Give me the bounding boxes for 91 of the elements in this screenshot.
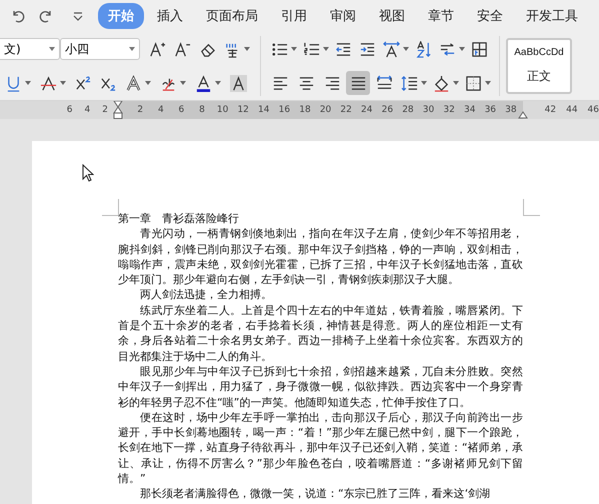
ribbon-tab[interactable]: 引用 (271, 3, 317, 29)
ribbon-tab[interactable]: 视图 (369, 3, 415, 29)
caret-icon[interactable] (145, 81, 151, 85)
numbered-list-icon[interactable] (303, 40, 320, 58)
ruler-number: 28 (401, 105, 415, 115)
ribbon-tab[interactable]: 页面布局 (196, 3, 268, 29)
ruler-number: 24 (360, 105, 374, 115)
character-spacing-icon[interactable] (383, 40, 400, 58)
distributed-icon (376, 74, 392, 92)
caret-icon[interactable] (459, 47, 465, 51)
decrease-indent-icon[interactable] (335, 40, 352, 58)
swap-arrows-icon[interactable] (439, 40, 456, 58)
sort-icon[interactable] (415, 40, 432, 58)
ruler-number: 2 (136, 105, 144, 115)
ruler-number: 4 (156, 105, 165, 115)
ruler-number: 32 (442, 105, 456, 115)
ribbon-tab[interactable]: 开发工具 (516, 3, 588, 29)
ruler-number: 38 (504, 105, 518, 115)
margin-corner-mark (102, 199, 119, 216)
ruler-number: 22 (339, 105, 353, 115)
ribbon-tab[interactable]: 审阅 (320, 3, 366, 29)
style-name: 正文 (527, 68, 551, 85)
shading-icon[interactable] (433, 74, 450, 92)
caret-icon[interactable] (244, 47, 250, 51)
ruler-number: 36 (484, 105, 498, 115)
ruler-number: 42 (544, 105, 556, 115)
body-paragraph: 那长须老者满脸得色，微微一笑，说道：“东宗已胜了三阵，看来这‘剑湖 (139, 486, 492, 502)
grow-font-icon[interactable] (149, 40, 166, 58)
superscript-icon[interactable] (75, 74, 92, 92)
body-paragraph: 青光闪动，一柄青钢剑倏地刺出，指向在年汉子左肩，使剑少年不等招用老，腕抖剑斜，剑锋已削向那汉子右颈。那中年汉子剑挡格，铮的一声响，双剑相击，嗡嗡作声，震声未绝，双剑剑光霍霍，已拆了三招，中年汉子长剑猛地击落，直砍少年顶门。那少年避向右侧，左手剑诀一引，青钢剑疾刺那汉子大腿。 (118, 226, 523, 288)
ruler-number: 44 (566, 105, 578, 115)
increase-indent-icon[interactable] (359, 40, 376, 58)
shrink-font-icon[interactable] (174, 40, 191, 58)
align-center-icon (298, 74, 314, 92)
bullet-list-icon[interactable] (271, 40, 288, 58)
ruler-number: 12 (236, 105, 250, 115)
ruler-number: 20 (318, 105, 332, 115)
borders-icon[interactable] (465, 74, 482, 92)
redo-icon[interactable] (39, 9, 53, 23)
caret-icon[interactable] (485, 81, 491, 85)
align-right-icon (324, 74, 340, 92)
caret-icon[interactable] (180, 81, 186, 85)
caret-icon[interactable] (403, 47, 409, 51)
ribbon-tab[interactable]: 安全 (467, 3, 513, 29)
ruler-number: 30 (422, 105, 436, 115)
line-spacing-icon[interactable] (401, 74, 418, 92)
ruler-number: 8 (198, 105, 206, 115)
caret-icon[interactable] (323, 47, 329, 51)
caret-icon[interactable] (453, 81, 459, 85)
justify-button[interactable] (346, 71, 370, 95)
font-size-field[interactable]: 小四 (60, 38, 140, 60)
ruler-number: 26 (380, 105, 394, 115)
strikethrough-icon[interactable] (40, 74, 57, 92)
style-gallery-item[interactable]: AaBbCcDd 正文 (506, 38, 572, 94)
body-paragraph: 两人剑法迅捷，全力相搏。 (139, 287, 273, 303)
body-paragraph: 便在这时，场中少年左手呼一掌拍出，击向那汉子后心，那汉子向前跨出一步避开，手中长剑蓦地圈转，喝一声：“着！”那少年左腿已然中剑，腿下一个踉跄，长剑在地下一撑，站直身子待欲再斗，那中年汉子已还剑入鞘，笑道：“褚师弟，承让、承让，伤得不厉害么？”那少年脸色苍白，咬着嘴唇道：“多谢褚师兄剑下留情。” (118, 410, 523, 486)
ruler-number: 46 (588, 105, 599, 115)
ruler-number: 6 (178, 105, 186, 115)
ruler-number: 34 (462, 105, 476, 115)
character-shading-icon[interactable] (230, 74, 247, 92)
ribbon-tab[interactable]: 插入 (147, 3, 193, 29)
ruler-number: 2 (102, 105, 108, 115)
caret-icon[interactable] (215, 81, 221, 85)
undo-icon[interactable] (11, 9, 25, 23)
underline-icon[interactable] (5, 74, 22, 92)
ribbon-tab[interactable]: 章节 (418, 3, 464, 29)
align-left-icon (272, 74, 288, 92)
caret-icon[interactable] (25, 81, 31, 85)
caret-icon[interactable] (291, 47, 297, 51)
font-color-icon[interactable] (195, 74, 212, 92)
chapter-title: 第一章 青衫磊落险峰行 (118, 211, 240, 226)
ruler-number: 18 (298, 105, 312, 115)
ruler-number: 10 (216, 105, 230, 115)
text-effect-icon[interactable] (125, 74, 142, 92)
ruler-number: 14 (257, 105, 270, 115)
body-paragraph: 练武厅东坐着二人。上首是个四十左右的中年道姑，铁青着脸，嘴唇紧闭。下首是个五十余岁的老者，右手捻着长须，神情甚是得意。两人的座位相距一丈有余，身后各站着二十余名男女弟子。西边一排椅子上坐着十余位宾客。东西双方的目光都集注于场中二人的角斗。 (118, 302, 523, 364)
body-paragraph: 眼见那少年与中年汉子已拆到七十余招，剑招越来越紧，兀自未分胜败。突然中年汉子一剑挥出，用力猛了，身子微微一幌，似欲摔跌。西边宾客中一个身穿青衫的年轻男子忍不住“嗤”的一声笑。他随即知道失态，忙伸手按住了口。 (118, 364, 523, 410)
caret-icon[interactable] (60, 81, 66, 85)
indent-marker-icon[interactable] (112, 101, 123, 119)
justify-icon (350, 74, 366, 92)
text-box-icon[interactable] (471, 40, 488, 58)
ruler-number: 6 (66, 105, 72, 115)
mouse-cursor-icon (82, 164, 94, 182)
margin-corner-mark (523, 199, 540, 216)
ruler-number: 4 (84, 105, 90, 115)
right-indent-marker-icon[interactable] (518, 111, 528, 119)
ruler-number: 16 (278, 105, 292, 115)
font-name-field[interactable]: 文) (0, 38, 60, 60)
caret-icon[interactable] (421, 81, 427, 85)
dropdown-caret-icon[interactable] (72, 10, 84, 22)
style-preview: AaBbCcDd (514, 47, 564, 58)
